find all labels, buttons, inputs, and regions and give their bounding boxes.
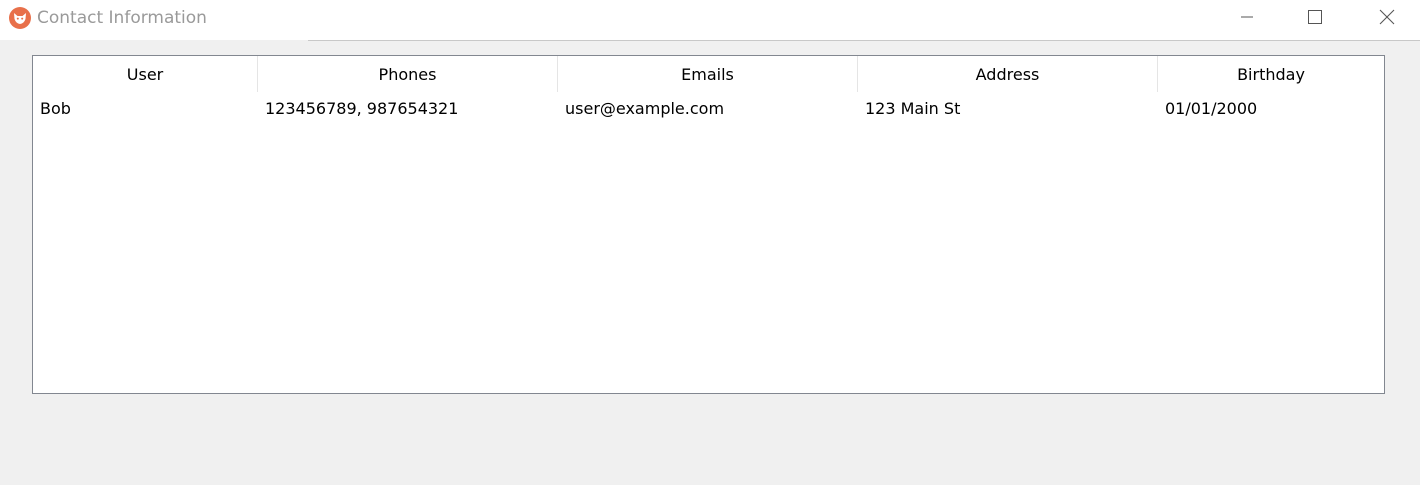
column-header-address[interactable]: Address	[858, 56, 1158, 92]
cell-user: Bob	[40, 98, 71, 118]
contacts-table[interactable]: User Phones Emails Address Birthday Bob …	[32, 55, 1385, 394]
cell-address: 123 Main St	[865, 98, 961, 118]
app-icon	[8, 6, 32, 30]
title-bar-divider	[308, 40, 1420, 41]
table-header: User Phones Emails Address Birthday	[33, 56, 1384, 92]
minimize-icon	[1240, 10, 1254, 24]
table-row[interactable]: Bob 123456789, 987654321 user@example.co…	[33, 93, 1384, 123]
cell-birthday: 01/01/2000	[1165, 98, 1258, 118]
window-title: Contact Information	[37, 8, 207, 28]
column-header-phones[interactable]: Phones	[258, 56, 558, 92]
minimize-button[interactable]	[1224, 0, 1270, 34]
close-button[interactable]	[1364, 0, 1410, 34]
cell-phones: 123456789, 987654321	[265, 98, 459, 118]
cell-emails: user@example.com	[565, 98, 725, 118]
app-window: Contact Information User Phones Emails A…	[0, 0, 1420, 485]
column-header-emails[interactable]: Emails	[558, 56, 858, 92]
title-bar[interactable]: Contact Information	[0, 0, 1420, 40]
maximize-icon	[1307, 9, 1323, 25]
column-header-user[interactable]: User	[33, 56, 258, 92]
close-icon	[1379, 9, 1395, 25]
column-header-birthday[interactable]: Birthday	[1158, 56, 1384, 92]
maximize-button[interactable]	[1292, 0, 1338, 34]
